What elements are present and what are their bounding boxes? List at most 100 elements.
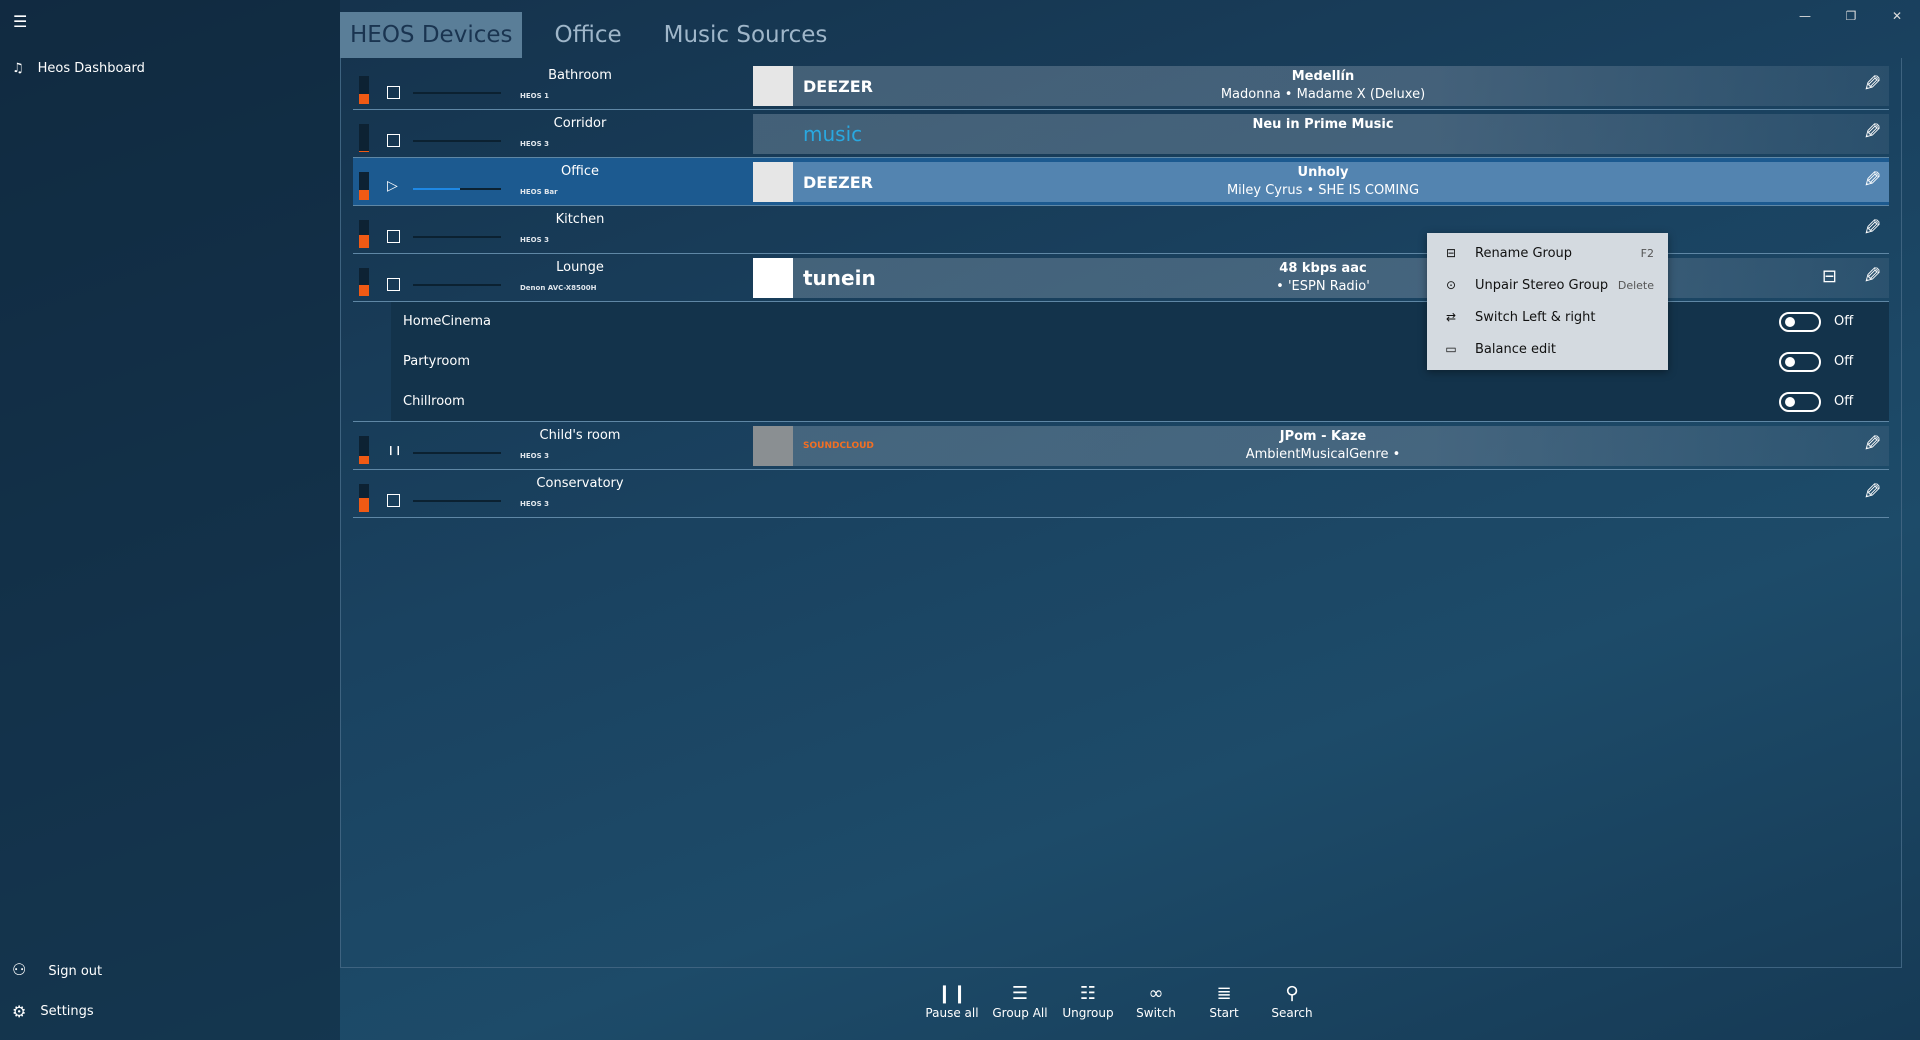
volume-meter[interactable]	[359, 484, 369, 512]
tab-heos-devices[interactable]: HEOS Devices	[340, 12, 523, 58]
tab-office[interactable]: Office	[542, 12, 633, 58]
volume-meter[interactable]	[359, 172, 369, 200]
source-logo: DEEZER	[803, 172, 873, 192]
toggle-switch[interactable]	[1779, 352, 1821, 372]
progress-slider[interactable]	[413, 236, 501, 238]
toolbar-button-pause-all[interactable]: ❙❙ Pause all	[918, 982, 986, 1020]
edit-pencil-icon[interactable]: ✎	[1863, 432, 1881, 457]
volume-meter[interactable]	[359, 268, 369, 296]
edit-pencil-icon[interactable]: ✎	[1863, 120, 1881, 145]
progress-slider[interactable]	[413, 140, 501, 142]
volume-level	[359, 284, 369, 296]
device-row[interactable]: Corridor HEOS 3 music Neu in Prime Music ✎	[353, 110, 1889, 158]
device-row[interactable]: ❙❙ Child's room HEOS 3 SOUNDCLOUD JPom - Kaz…	[353, 422, 1889, 470]
edit-pencil-icon[interactable]: ✎	[1863, 264, 1881, 289]
select-checkbox[interactable]	[387, 494, 400, 507]
volume-level	[359, 455, 369, 464]
collapse-icon[interactable]: ⊟	[1822, 266, 1837, 287]
progress-slider[interactable]	[413, 500, 501, 502]
toggle-knob	[1785, 357, 1795, 367]
toggle-switch[interactable]	[1779, 312, 1821, 332]
hamburger-menu-icon[interactable]: ☰	[13, 12, 27, 31]
window-controls: — ❐ ✕	[1782, 0, 1920, 32]
edit-pencil-icon[interactable]: ✎	[1863, 168, 1881, 193]
track-title: Neu in Prime Music	[1252, 117, 1394, 132]
toolbar-button-switch[interactable]: ∞ Switch	[1122, 982, 1190, 1020]
device-model: Denon AVC-X8500H	[520, 284, 597, 292]
toolbar-button-search[interactable]: ⚲ Search	[1258, 982, 1326, 1020]
select-checkbox[interactable]	[387, 86, 400, 99]
toolbar-label: Start	[1209, 1006, 1239, 1020]
rename-icon: ⊟	[1445, 246, 1457, 260]
devices-panel: Bathroom HEOS 1 DEEZER Medellín Madonna • Ma…	[340, 58, 1902, 968]
person-icon: ⚇	[12, 960, 27, 979]
restore-icon[interactable]: ❐	[1828, 0, 1874, 32]
volume-meter[interactable]	[359, 436, 369, 464]
menu-item-balance-edit[interactable]: ▭ Balance edit	[1427, 333, 1668, 365]
progress-slider[interactable]	[413, 284, 501, 286]
toolbar-button-start[interactable]: ≣ Start	[1190, 982, 1258, 1020]
source-logo: DEEZER	[803, 76, 873, 96]
device-model: HEOS 3	[520, 452, 549, 460]
room-name: Kitchen	[555, 212, 605, 227]
menu-label: Unpair Stereo Group	[1475, 277, 1609, 293]
track-title: Unholy	[1297, 165, 1349, 180]
album-art	[753, 66, 793, 106]
track-subtitle: Madonna • Madame X (Deluxe)	[1220, 87, 1426, 102]
select-checkbox[interactable]	[387, 134, 400, 147]
balance-icon: ▭	[1445, 342, 1457, 356]
album-art	[753, 162, 793, 202]
sign-out-button[interactable]: ⚇ Sign out	[12, 960, 102, 979]
sidebar-item-dashboard[interactable]: ♫ Heos Dashboard	[12, 61, 145, 76]
edit-pencil-icon[interactable]: ✎	[1863, 216, 1881, 241]
toggle-switch[interactable]	[1779, 392, 1821, 412]
edit-pencil-icon[interactable]: ✎	[1863, 72, 1881, 97]
now-playing: Unholy Miley Cyrus • SHE IS COMING	[1053, 164, 1593, 200]
select-checkbox[interactable]	[387, 230, 400, 243]
pause-icon[interactable]: ❙❙	[387, 446, 402, 456]
toggle-label: Off	[1834, 354, 1854, 369]
menu-item-rename-group[interactable]: ⊟ Rename Group F2	[1427, 237, 1668, 269]
volume-meter[interactable]	[359, 76, 369, 104]
device-row[interactable]: ▷ Office HEOS Bar DEEZER Unholy Miley Cyrus •…	[353, 158, 1889, 206]
source-logo: tunein	[803, 266, 876, 290]
volume-meter[interactable]	[359, 124, 369, 152]
menu-item-switch-left-right[interactable]: ⇄ Switch Left & right	[1427, 301, 1668, 333]
toolbar-button-ungroup[interactable]: ☷ Ungroup	[1054, 982, 1122, 1020]
play-icon[interactable]: ▷	[387, 178, 398, 194]
menu-label: Switch Left & right	[1475, 309, 1596, 325]
room-name: Lounge	[556, 260, 604, 275]
progress-slider[interactable]	[413, 92, 501, 94]
menu-item-unpair-stereo-group[interactable]: ⊙ Unpair Stereo Group Delete	[1427, 269, 1668, 301]
progress-slider[interactable]	[413, 188, 501, 190]
device-row[interactable]: Bathroom HEOS 1 DEEZER Medellín Madonna • Ma…	[353, 62, 1889, 110]
room-name: Corridor	[553, 116, 607, 131]
toolbar-button-group-all[interactable]: ☰ Group All	[986, 982, 1054, 1020]
minimize-icon[interactable]: —	[1782, 0, 1828, 32]
device-model: HEOS Bar	[520, 188, 558, 196]
room-name: Bathroom	[548, 68, 612, 83]
member-name: Partyroom	[403, 354, 470, 369]
toggle-knob	[1785, 317, 1795, 327]
volume-meter[interactable]	[359, 220, 369, 248]
select-checkbox[interactable]	[387, 278, 400, 291]
menu-label: Rename Group	[1475, 245, 1573, 261]
volume-level	[359, 235, 369, 248]
edit-pencil-icon[interactable]: ✎	[1863, 480, 1881, 505]
toolbar-label: Switch	[1136, 1006, 1176, 1020]
progress-slider[interactable]	[413, 452, 501, 454]
device-model: HEOS 3	[520, 500, 549, 508]
link-icon: ∞	[1148, 983, 1164, 1004]
track-subtitle: AmbientMusicalGenre •	[1245, 447, 1401, 462]
tab-bar: HEOS Devices Office Music Sources	[340, 12, 857, 58]
settings-button[interactable]: ⚙ Settings	[12, 1002, 94, 1021]
tab-music-sources[interactable]: Music Sources	[652, 12, 840, 58]
close-icon[interactable]: ✕	[1874, 0, 1920, 32]
device-row[interactable]: Conservatory HEOS 3 ✎	[353, 470, 1889, 518]
toggle-label: Off	[1834, 394, 1854, 409]
menu-shortcut: Delete	[1617, 278, 1654, 292]
member-name: HomeCinema	[403, 314, 491, 329]
track-title: Medellín	[1291, 69, 1355, 84]
device-model: HEOS 1	[520, 92, 549, 100]
album-art	[753, 114, 793, 154]
